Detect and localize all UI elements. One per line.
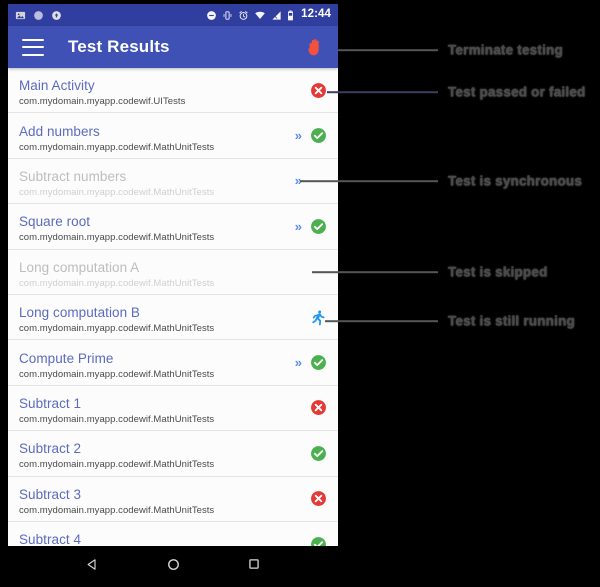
test-results-list[interactable]: Main Activity com.mydomain.myapp.codewif.… (8, 68, 338, 546)
test-name: Long computation A (19, 259, 140, 275)
row-status-icons: » (295, 204, 327, 248)
photo-icon (15, 11, 26, 19)
test-class-path: com.mydomain.myapp.codewif.MathUnitTests (19, 141, 215, 153)
row-status-icons (310, 431, 327, 475)
row-status-icons: » (295, 113, 327, 157)
status-passed-icon (311, 536, 326, 546)
annotation-label: Terminate testing (448, 42, 563, 58)
test-name: Square root (19, 214, 91, 230)
cellular-signal-icon (272, 10, 281, 20)
status-passed-icon (311, 218, 326, 234)
test-name: Subtract 4 (19, 532, 82, 546)
test-class-path: com.mydomain.myapp.codewif.MathUnitTests (19, 277, 215, 289)
app-bar: Test Results (8, 26, 338, 68)
row-status-icons (310, 477, 327, 521)
test-name: Long computation B (19, 305, 140, 321)
page-title: Test Results (68, 37, 170, 56)
test-class-path: com.mydomain.myapp.codewif.MathUnitTests (19, 323, 215, 335)
synchronous-chevron-icon: » (294, 218, 302, 234)
status-bar-notifications (15, 10, 62, 21)
test-result-row[interactable]: Add numbers com.mydomain.myapp.codewif.Ma… (8, 113, 338, 159)
row-status-icons (310, 522, 327, 546)
back-triangle-icon[interactable] (85, 557, 100, 572)
test-result-row[interactable]: Main Activity com.mydomain.myapp.codewif.… (8, 68, 338, 114)
row-status-icons (310, 386, 327, 430)
annotation-label: Test passed or failed (448, 84, 586, 100)
test-name: Subtract 2 (19, 441, 82, 457)
status-passed-icon (311, 445, 326, 461)
test-class-path: com.mydomain.myapp.codewif.MathUnitTests (19, 232, 215, 244)
annotation-leader-line (312, 271, 438, 273)
test-class-path: com.mydomain.myapp.codewif.MathUnitTests (19, 504, 215, 516)
recents-square-icon[interactable] (247, 557, 261, 571)
status-bar-system-icons: 12:44 (206, 9, 331, 21)
do-not-disturb-icon (207, 10, 216, 20)
status-bar-clock: 12:44 (301, 8, 331, 21)
status-running-icon (312, 310, 325, 326)
annotation-label: Test is skipped (448, 264, 548, 280)
test-name: Compute Prime (19, 350, 114, 366)
test-result-row[interactable]: Compute Prime com.mydomain.myapp.codewif.… (8, 340, 338, 386)
menu-icon[interactable] (22, 38, 44, 56)
annotation-leader-line (327, 91, 438, 93)
status-failed-icon (311, 82, 326, 98)
home-circle-icon[interactable] (166, 557, 181, 572)
status-failed-icon (311, 491, 326, 507)
test-class-path: com.mydomain.myapp.codewif.MathUnitTests (19, 413, 215, 425)
test-class-path: com.mydomain.myapp.codewif.MathUnitTests (19, 368, 215, 380)
test-name: Main Activity (19, 78, 95, 94)
test-result-row[interactable]: Square root com.mydomain.myapp.codewif.Ma… (8, 204, 338, 250)
test-result-row[interactable]: Subtract numbers com.mydomain.myapp.codew… (8, 158, 338, 205)
row-status-icons: » (295, 340, 327, 384)
test-name: Subtract numbers (19, 168, 127, 184)
android-nav-bar (8, 546, 338, 582)
circle-icon (34, 10, 43, 20)
test-result-row[interactable]: Subtract 3 com.mydomain.myapp.codewif.Mat… (8, 476, 338, 522)
test-result-row[interactable]: Subtract 1 com.mydomain.myapp.codewif.Mat… (8, 385, 338, 432)
test-result-row[interactable]: Subtract 4com.mydomain.myapp.codewif.Mat… (8, 521, 338, 546)
annotation-leader-line (300, 180, 438, 182)
test-class-path: com.mydomain.myapp.codewif.MathUnitTests (19, 186, 215, 198)
stop-hand-icon[interactable] (303, 35, 327, 59)
synchronous-chevron-icon: » (294, 355, 302, 371)
test-class-path: com.mydomain.myapp.codewif.UITests (19, 96, 186, 108)
test-result-row[interactable]: Long computation A com.mydomain.myapp.cod… (8, 249, 338, 295)
test-name: Subtract 1 (19, 395, 82, 411)
status-failed-icon (311, 400, 326, 416)
alarm-icon (239, 10, 248, 20)
status-passed-icon (311, 355, 326, 370)
test-name: Subtract 3 (19, 486, 82, 502)
test-class-path: com.mydomain.myapp.codewif.MathUnitTests (19, 459, 215, 471)
wifi-icon (255, 11, 265, 19)
download-circle-icon (52, 10, 61, 20)
status-bar: 12:44 (8, 4, 338, 26)
status-passed-icon (311, 128, 326, 144)
battery-icon (288, 9, 294, 20)
annotation-leader-line (325, 320, 438, 322)
phone-mockup: 12:44 Test Results Main Activity com.mydo… (8, 4, 338, 582)
test-result-row[interactable]: Long computation B com.mydomain.myapp.cod… (8, 294, 338, 341)
test-result-row[interactable]: Subtract 2 com.mydomain.myapp.codewif.Mat… (8, 431, 338, 477)
annotation-leader-line (330, 49, 438, 51)
row-status-icons (310, 295, 327, 339)
vibrate-icon (223, 10, 232, 20)
test-name: Add numbers (19, 123, 100, 139)
synchronous-chevron-icon: » (294, 128, 302, 144)
annotation-label: Test is synchronous (448, 173, 583, 189)
row-status-icons (310, 68, 327, 112)
annotation-label: Test is still running (448, 313, 575, 329)
